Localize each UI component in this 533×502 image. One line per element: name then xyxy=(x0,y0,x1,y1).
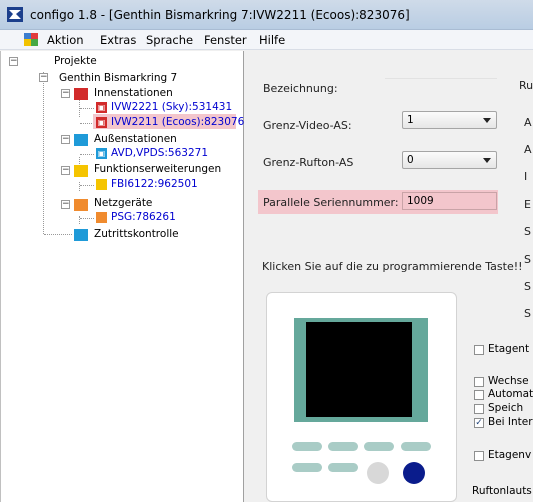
option-label: Speich xyxy=(488,402,524,414)
title-bar: configo 1.8 - [Genthin Bismarkring 7:IVW… xyxy=(0,0,533,30)
option-label: Bei Inter xyxy=(488,416,533,428)
project-tree[interactable]: − Projekte − Genthin Bismarkring 7 − Inn… xyxy=(0,51,244,502)
collapse-toggle[interactable]: − xyxy=(61,135,70,144)
tree-group-zutrittskontrolle[interactable]: Zutrittskontrolle xyxy=(94,228,179,240)
tree-root[interactable]: Projekte xyxy=(54,55,97,67)
option-checkbox-wechse[interactable] xyxy=(474,377,484,387)
grenz-rufton-label: Grenz-Rufton-AS xyxy=(263,156,354,169)
device-round-key-blue[interactable] xyxy=(403,462,425,484)
right-col-label: S xyxy=(524,225,531,238)
device-preview xyxy=(266,292,457,502)
window-menu-icon[interactable] xyxy=(24,33,38,46)
option-checkbox-speich[interactable] xyxy=(474,404,484,414)
collapse-toggle[interactable]: − xyxy=(39,73,48,82)
device-key-2[interactable] xyxy=(328,442,358,451)
collapse-toggle[interactable]: − xyxy=(61,200,70,209)
device-screen-bezel xyxy=(294,318,428,422)
right-col-label: A xyxy=(524,143,532,156)
grenz-video-select[interactable]: 1 xyxy=(402,111,497,129)
instruction-text: Klicken Sie auf die zu programmierende T… xyxy=(262,260,523,273)
tree-line xyxy=(80,123,94,124)
option-checkbox-etagent[interactable] xyxy=(474,345,484,355)
device-round-key-grey[interactable] xyxy=(367,462,389,484)
dropdown-arrow-icon xyxy=(483,118,491,123)
extension-module-icon xyxy=(96,179,107,190)
parallele-label: Parallele Seriennummer: xyxy=(263,196,399,209)
tree-line xyxy=(80,185,94,186)
app-icon xyxy=(7,7,23,22)
indoor-station-icon: ▣ xyxy=(96,117,107,128)
collapse-toggle[interactable]: − xyxy=(61,166,70,175)
tree-line xyxy=(80,218,94,219)
right-col-label: S xyxy=(524,280,531,293)
tree-group-aussenstationen[interactable]: Außenstationen xyxy=(94,133,177,145)
right-col-label: A xyxy=(524,116,532,129)
grenz-rufton-value: 0 xyxy=(407,154,414,166)
tree-project[interactable]: Genthin Bismarkring 7 xyxy=(59,72,177,84)
menu-hilfe[interactable]: Hilfe xyxy=(259,33,285,47)
tree-group-netzgeraete[interactable]: Netzgeräte xyxy=(94,197,152,209)
option-checkbox-automat[interactable] xyxy=(474,390,484,400)
option-label: Etagenv xyxy=(488,449,532,461)
tree-line xyxy=(79,182,80,191)
option-checkbox-bei-inter[interactable]: ✓ xyxy=(474,418,484,428)
outdoor-station-icon: ▣ xyxy=(96,148,107,159)
innenstationen-folder-icon xyxy=(74,88,88,100)
tree-line xyxy=(80,154,94,155)
tree-item-avd[interactable]: AVD,VPDS:563271 xyxy=(111,147,208,159)
right-col-label: S xyxy=(524,253,531,266)
window-title: configo 1.8 - [Genthin Bismarkring 7:IVW… xyxy=(30,8,410,22)
bezeichnung-label: Bezeichnung: xyxy=(263,82,338,95)
grenz-rufton-select[interactable]: 0 xyxy=(402,151,497,169)
right-col-label: S xyxy=(524,307,531,320)
funktionserweiterungen-folder-icon xyxy=(74,165,88,177)
grenz-video-value: 1 xyxy=(407,114,414,126)
grenz-video-label: Grenz-Video-AS: xyxy=(263,119,352,132)
option-label: Automat xyxy=(488,388,533,400)
menu-fenster[interactable]: Fenster xyxy=(204,33,247,47)
device-screen[interactable] xyxy=(306,322,412,417)
collapse-toggle[interactable]: − xyxy=(61,89,70,98)
device-key-5[interactable] xyxy=(292,463,322,472)
power-supply-icon xyxy=(96,212,107,223)
right-col-label: E xyxy=(524,198,531,211)
tree-item-psg[interactable]: PSG:786261 xyxy=(111,211,176,223)
tree-item-ivw2211[interactable]: IVW2211 (Ecoos):823076 xyxy=(111,116,244,128)
menu-sprache[interactable]: Sprache xyxy=(146,33,193,47)
tree-line xyxy=(80,108,94,109)
tree-group-innenstationen[interactable]: Innenstationen xyxy=(94,87,173,99)
dropdown-arrow-icon xyxy=(483,158,491,163)
right-col-label: Ru xyxy=(519,79,533,92)
indoor-station-icon: ▣ xyxy=(96,102,107,113)
tree-line xyxy=(43,72,44,234)
option-label: Etagent xyxy=(488,343,530,355)
tree-group-funktionserweiterungen[interactable]: Funktionserweiterungen xyxy=(94,163,221,175)
device-key-4[interactable] xyxy=(401,442,431,451)
menu-aktion[interactable]: Aktion xyxy=(47,33,84,47)
bezeichnung-field[interactable] xyxy=(385,78,497,79)
zutrittskontrolle-folder-icon xyxy=(74,229,88,241)
device-key-6[interactable] xyxy=(328,463,358,472)
tree-item-ivw2221[interactable]: IVW2221 (Sky):531431 xyxy=(111,101,232,113)
collapse-toggle[interactable]: − xyxy=(9,57,18,66)
tree-line xyxy=(44,234,72,235)
menu-extras[interactable]: Extras xyxy=(100,33,136,47)
aussenstationen-folder-icon xyxy=(74,134,88,146)
menu-bar: Aktion Extras Sprache Fenster Hilfe xyxy=(0,30,533,50)
tree-item-fbi6122[interactable]: FBI6122:962501 xyxy=(111,178,198,190)
right-col-label: I xyxy=(524,170,528,183)
device-key-3[interactable] xyxy=(364,442,394,451)
option-label: Wechse xyxy=(488,375,529,387)
ruftonlautstaerke-label: Ruftonlauts xyxy=(472,485,532,497)
parallele-seriennummer-field[interactable]: 1009 xyxy=(402,192,497,210)
device-key-1[interactable] xyxy=(292,442,322,451)
netzgeraete-folder-icon xyxy=(74,199,88,211)
option-checkbox-etagenv[interactable] xyxy=(474,451,484,461)
